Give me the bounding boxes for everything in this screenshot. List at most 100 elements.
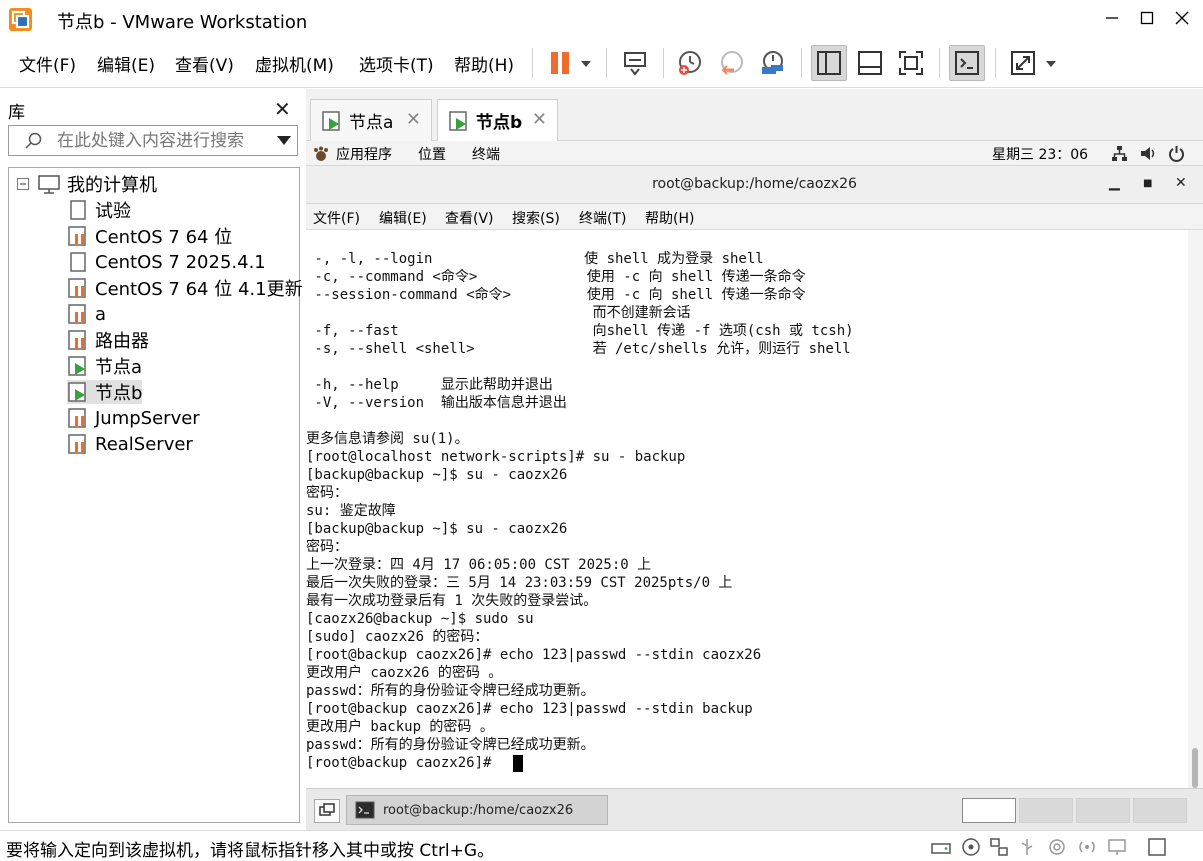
terminal-line: [backup@backup ~]$ su - caozx26	[306, 521, 568, 537]
tab-node-a[interactable]: 节点a ✕	[310, 99, 432, 141]
library-item-label: CentOS 7 64 位	[95, 227, 233, 248]
library-view-button[interactable]	[811, 45, 847, 81]
library-item[interactable]: 节点a	[67, 354, 142, 378]
stretch-view-button[interactable]	[1005, 45, 1041, 81]
terminal-icon	[355, 801, 375, 819]
terminal-close-button[interactable]: ✕	[1175, 175, 1187, 191]
search-dropdown-icon[interactable]	[277, 136, 291, 146]
workspace-4[interactable]	[1133, 798, 1187, 823]
library-item-label: CentOS 7 64 位 4.1更新	[95, 279, 303, 300]
terminal-minimize-button[interactable]: ▁	[1109, 175, 1120, 191]
usb-icon[interactable]	[1016, 836, 1038, 858]
display-icon[interactable]	[1106, 836, 1128, 858]
library-item[interactable]: CentOS 7 64 位	[67, 224, 232, 248]
library-search-input[interactable]	[57, 130, 267, 152]
power-icon[interactable]	[1168, 145, 1185, 162]
workspace-1[interactable]	[962, 798, 1016, 823]
console-view-button[interactable]	[949, 45, 985, 81]
collapse-icon[interactable]	[17, 178, 29, 190]
thumbnail-view-icon	[858, 51, 882, 75]
menu-vm[interactable]: 虚拟机(M)	[255, 51, 334, 76]
terminal-line: passwd：所有的身份验证令牌已经成功更新。	[306, 737, 595, 753]
send-ctrl-alt-del-button[interactable]	[617, 45, 653, 81]
pause-dropdown-icon[interactable]	[581, 61, 591, 67]
terminal-menu-view[interactable]: 查看(V)	[445, 208, 494, 228]
library-item[interactable]: RealServer	[67, 432, 193, 456]
terminal-menu-search[interactable]: 搜索(S)	[512, 208, 560, 228]
terminal-line: 最有一次成功登录后有 1 次失败的登录尝试。	[306, 593, 598, 609]
snapshot-manager-icon	[762, 51, 783, 74]
terminal-line: [backup@backup ~]$ su - caozx26	[306, 467, 568, 483]
library-item[interactable]: JumpServer	[67, 406, 200, 430]
library-item[interactable]: a	[67, 302, 106, 326]
terminal-line: su: 鉴定故障	[306, 503, 396, 519]
library-item[interactable]: 试验	[67, 198, 131, 222]
terminal-line: -h, --help 显示此帮助并退出	[306, 377, 553, 393]
terminal-menu-help[interactable]: 帮助(H)	[645, 208, 694, 228]
revert-snapshot-button[interactable]	[714, 45, 750, 81]
tree-root-label: 我的计算机	[67, 175, 157, 196]
close-button[interactable]	[1162, 0, 1202, 36]
pause-button[interactable]	[542, 45, 578, 81]
maximize-button[interactable]	[1127, 0, 1167, 36]
pause-icon	[551, 52, 569, 74]
terminal-menu-file[interactable]: 文件(F)	[313, 208, 360, 228]
vm-off-icon	[70, 200, 86, 220]
message-log-icon[interactable]	[1146, 836, 1168, 858]
library-item[interactable]: CentOS 7 2025.4.1	[67, 250, 266, 274]
network-icon[interactable]	[1111, 145, 1128, 162]
library-close-icon[interactable]: ✕	[274, 97, 291, 121]
menu-view[interactable]: 查看(V)	[175, 51, 234, 76]
terminal-menu-terminal[interactable]: 终端(T)	[579, 208, 626, 228]
workspace-3[interactable]	[1076, 798, 1130, 823]
tree-root-my-computer[interactable]: 我的计算机	[17, 172, 157, 196]
minimize-button[interactable]	[1092, 0, 1132, 36]
toolbar-separator	[606, 48, 607, 78]
stretch-dropdown-icon[interactable]	[1046, 61, 1056, 67]
library-title: 库	[8, 103, 25, 123]
library-item-label: 节点b	[95, 383, 143, 404]
scrollbar-thumb[interactable]	[1192, 748, 1198, 788]
hard-disk-icon[interactable]	[930, 836, 952, 858]
terminal-line: -f, --fast 向shell 传递 -f 选项(csh 或 tcsh)	[306, 323, 854, 339]
guest-clock[interactable]: 星期三 23：06	[992, 144, 1088, 164]
network-adapter-icon[interactable]	[988, 836, 1010, 858]
terminal-line: [root@backup caozx26]# echo 123|passwd -…	[306, 701, 753, 717]
terminal-menu-edit[interactable]: 编辑(E)	[379, 208, 427, 228]
tab-close-icon[interactable]: ✕	[532, 109, 547, 130]
terminal-scrollbar[interactable]	[1188, 230, 1203, 788]
wireless-icon[interactable]	[1076, 836, 1098, 858]
workspace-2[interactable]	[1019, 798, 1073, 823]
menu-edit[interactable]: 编辑(E)	[97, 51, 155, 76]
show-desktop-button[interactable]	[314, 799, 340, 823]
cd-dvd-icon[interactable]	[960, 836, 982, 858]
terminal-output[interactable]: -, -l, --login 使 shell 成为登录 shell -c, --…	[306, 230, 1188, 788]
guest-menu-terminal[interactable]: 终端	[472, 144, 500, 164]
tab-node-b[interactable]: 节点b ✕	[437, 99, 558, 141]
terminal-maximize-button[interactable]: ■	[1143, 178, 1152, 189]
library-panel: 库 ✕ 我的计算机 试验 CentOS 7 64 位 CentOS 7 2025.4…	[0, 89, 303, 829]
vm-running-icon	[322, 110, 340, 131]
title-bar: 节点b - VMware Workstation	[0, 0, 1203, 38]
fullscreen-button[interactable]	[893, 45, 929, 81]
taskbar-terminal-item[interactable]: root@backup:/home/caozx26	[346, 795, 608, 825]
library-search-box[interactable]	[8, 125, 298, 156]
taskbar-item-label: root@backup:/home/caozx26	[383, 802, 574, 818]
library-item[interactable]: 节点b	[67, 380, 143, 404]
library-item[interactable]: 路由器	[67, 328, 149, 352]
library-item-label: JumpServer	[95, 407, 200, 429]
tab-close-icon[interactable]: ✕	[406, 109, 421, 130]
terminal-line: -s, --shell <shell> 若 /etc/shells 允许，则运行…	[306, 341, 851, 357]
menu-file[interactable]: 文件(F)	[19, 51, 76, 76]
thumbnail-view-button[interactable]	[852, 45, 888, 81]
take-snapshot-button[interactable]	[672, 45, 708, 81]
guest-menu-places[interactable]: 位置	[418, 144, 446, 164]
guest-menu-applications[interactable]: 应用程序	[336, 144, 392, 164]
volume-icon[interactable]	[1140, 145, 1157, 162]
menu-tabs[interactable]: 选项卡(T)	[359, 51, 434, 76]
snapshot-manager-button[interactable]	[755, 45, 791, 81]
library-item[interactable]: CentOS 7 64 位 4.1更新	[67, 276, 303, 300]
sound-card-icon[interactable]	[1046, 836, 1068, 858]
menu-help[interactable]: 帮助(H)	[454, 51, 514, 76]
guest-top-bar: 应用程序 位置 终端 星期三 23：06	[306, 141, 1203, 166]
